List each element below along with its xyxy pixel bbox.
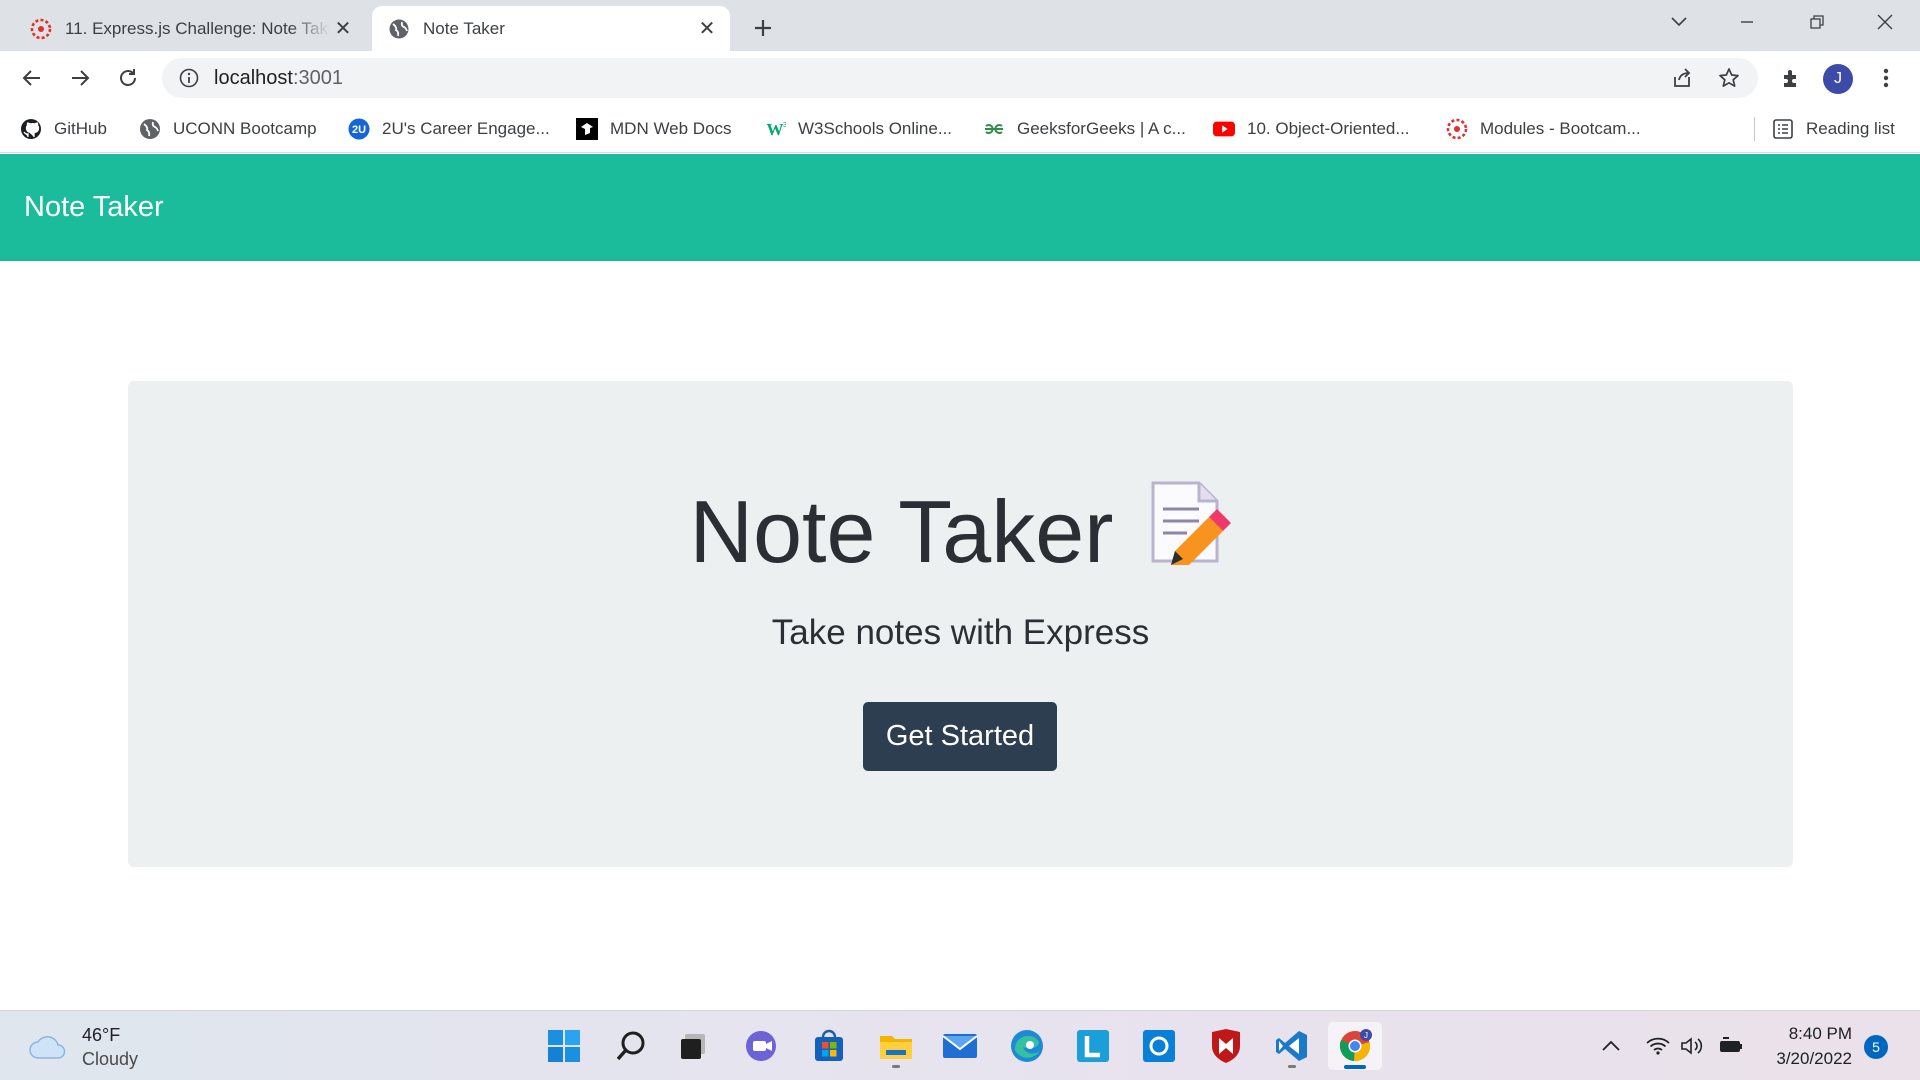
profile-avatar[interactable]: J <box>1823 64 1853 94</box>
get-started-button[interactable]: Get Started <box>863 702 1057 771</box>
bookmark-label: GitHub <box>54 119 107 138</box>
bookmark-label: W3Schools Online... <box>798 119 953 138</box>
wifi-icon[interactable] <box>1645 1029 1671 1063</box>
browser-toolbar: localhost:3001 J <box>0 51 1920 105</box>
globe-icon <box>139 118 161 140</box>
store-icon[interactable] <box>802 1022 856 1070</box>
weather-temp: 46°F <box>82 1025 121 1045</box>
tab-search-icon[interactable] <box>1650 0 1708 44</box>
navbar-brand[interactable]: Note Taker <box>24 191 164 224</box>
tab-strip: 11. Express.js Challenge: Note Taker ✕ N… <box>0 0 1920 51</box>
task-view-icon[interactable] <box>666 1022 720 1070</box>
svg-text:W: W <box>767 120 784 139</box>
forward-icon[interactable] <box>62 60 98 96</box>
github-icon <box>20 118 42 140</box>
bookmark-label: GeeksforGeeks | A c... <box>1017 119 1186 138</box>
new-tab-button[interactable] <box>745 10 781 46</box>
bookmark-modules-bootcamp[interactable]: Modules - Bootcam... <box>1446 113 1641 145</box>
running-indicator <box>892 1065 900 1068</box>
show-hidden-icons-chevron[interactable] <box>1598 1029 1624 1063</box>
url-host: localhost <box>214 66 293 89</box>
bookmarks-divider <box>1754 117 1755 141</box>
cortana-icon[interactable] <box>1132 1022 1186 1070</box>
globe-icon <box>387 17 411 41</box>
bookmark-star-icon[interactable] <box>1711 60 1747 96</box>
url-port: :3001 <box>292 66 343 89</box>
clock-date: 3/20/2022 <box>1776 1049 1852 1068</box>
bookmark-label: 10. Object-Oriented... <box>1247 119 1410 138</box>
tab-title: 11. Express.js Challenge: Note Taker <box>65 18 330 38</box>
hero-jumbotron: Note Taker Take notes with Express Get S… <box>128 381 1793 867</box>
youtube-icon <box>1213 118 1235 140</box>
bookmark-github[interactable]: GitHub <box>20 113 107 145</box>
hero-heading: Note Taker <box>128 481 1793 592</box>
mcafee-icon[interactable] <box>1199 1022 1253 1070</box>
reading-list-icon <box>1772 118 1794 140</box>
close-icon[interactable]: ✕ <box>694 16 720 42</box>
reading-list-label: Reading list <box>1806 119 1895 138</box>
running-indicator <box>1288 1065 1296 1068</box>
bookmark-youtube-oop[interactable]: 10. Object-Oriented... <box>1213 113 1410 145</box>
vscode-icon[interactable] <box>1265 1022 1319 1070</box>
app-navbar: Note Taker <box>0 154 1920 261</box>
menu-kebab-icon[interactable] <box>1868 60 1904 96</box>
start-icon[interactable] <box>537 1022 591 1070</box>
close-icon[interactable]: ✕ <box>330 16 356 42</box>
bookmarks-bar: GitHub UCONN Bootcamp 2U 2U's Career Eng… <box>0 105 1920 153</box>
svg-text:J: J <box>1364 1031 1368 1040</box>
notification-badge[interactable]: 5 <box>1864 1035 1888 1059</box>
l-app-icon[interactable] <box>1066 1022 1120 1070</box>
system-clock[interactable]: 8:40 PM 3/20/2022 <box>1756 1021 1852 1071</box>
tab-note-taker[interactable]: Note Taker ✕ <box>372 6 730 51</box>
bookmark-2u-career[interactable]: 2U 2U's Career Engage... <box>348 113 550 145</box>
chat-icon[interactable] <box>735 1022 789 1070</box>
weather-widget[interactable]: 46°F Cloudy <box>28 1023 138 1071</box>
bookmark-uconn-bootcamp[interactable]: UCONN Bootcamp <box>139 113 317 145</box>
bookmark-mdn[interactable]: MDN Web Docs <box>576 113 732 145</box>
file-explorer-icon[interactable] <box>869 1022 923 1070</box>
bookmark-label: MDN Web Docs <box>610 119 732 138</box>
tab-title: Note Taker <box>423 18 505 38</box>
2u-icon: 2U <box>348 118 370 140</box>
bookmark-label: 2U's Career Engage... <box>382 119 550 138</box>
canvas-icon <box>1446 118 1468 140</box>
hero-title-text: Note Taker <box>689 482 1114 581</box>
cloud-icon <box>29 1036 66 1059</box>
info-icon[interactable] <box>178 67 200 89</box>
back-icon[interactable] <box>14 60 50 96</box>
hero-subtitle: Take notes with Express <box>771 613 1150 652</box>
bookmark-w3schools[interactable]: W3 W3Schools Online... <box>764 113 953 145</box>
bookmark-label: UCONN Bootcamp <box>173 119 317 138</box>
extensions-icon[interactable] <box>1773 60 1809 96</box>
volume-icon[interactable] <box>1679 1029 1705 1063</box>
close-window-icon[interactable] <box>1856 0 1914 44</box>
minimize-icon[interactable] <box>1718 0 1776 44</box>
weather-condition: Cloudy <box>82 1049 139 1069</box>
bookmark-geeksforgeeks[interactable]: GeeksforGeeks | A c... <box>983 113 1186 145</box>
clock-time: 8:40 PM <box>1788 1024 1852 1043</box>
edge-icon[interactable] <box>1000 1022 1054 1070</box>
w3schools-icon: W3 <box>764 118 787 140</box>
reload-icon[interactable] <box>110 60 146 96</box>
address-bar[interactable]: localhost:3001 <box>162 58 1758 98</box>
battery-icon[interactable] <box>1716 1029 1744 1063</box>
restore-icon[interactable] <box>1788 0 1846 44</box>
canvas-icon <box>29 17 53 41</box>
chrome-icon[interactable]: J <box>1328 1022 1382 1070</box>
geeksforgeeks-icon <box>983 118 1005 140</box>
tab-express-challenge[interactable]: 11. Express.js Challenge: Note Taker ✕ <box>14 6 366 51</box>
svg-text:2U: 2U <box>352 124 366 136</box>
url-text: localhost:3001 <box>214 67 343 90</box>
share-icon[interactable] <box>1664 60 1700 96</box>
mdn-icon <box>576 118 598 140</box>
search-icon[interactable] <box>604 1022 658 1070</box>
windows-taskbar: 46°F Cloudy J 8:40 PM 3/20/2022 5 <box>0 1010 1920 1080</box>
mail-icon[interactable] <box>933 1022 987 1070</box>
reading-list-button[interactable]: Reading list <box>1772 113 1895 145</box>
active-indicator <box>1344 1065 1366 1069</box>
bookmark-label: Modules - Bootcam... <box>1480 119 1641 138</box>
svg-text:3: 3 <box>783 122 786 129</box>
memo-icon <box>1147 479 1232 586</box>
